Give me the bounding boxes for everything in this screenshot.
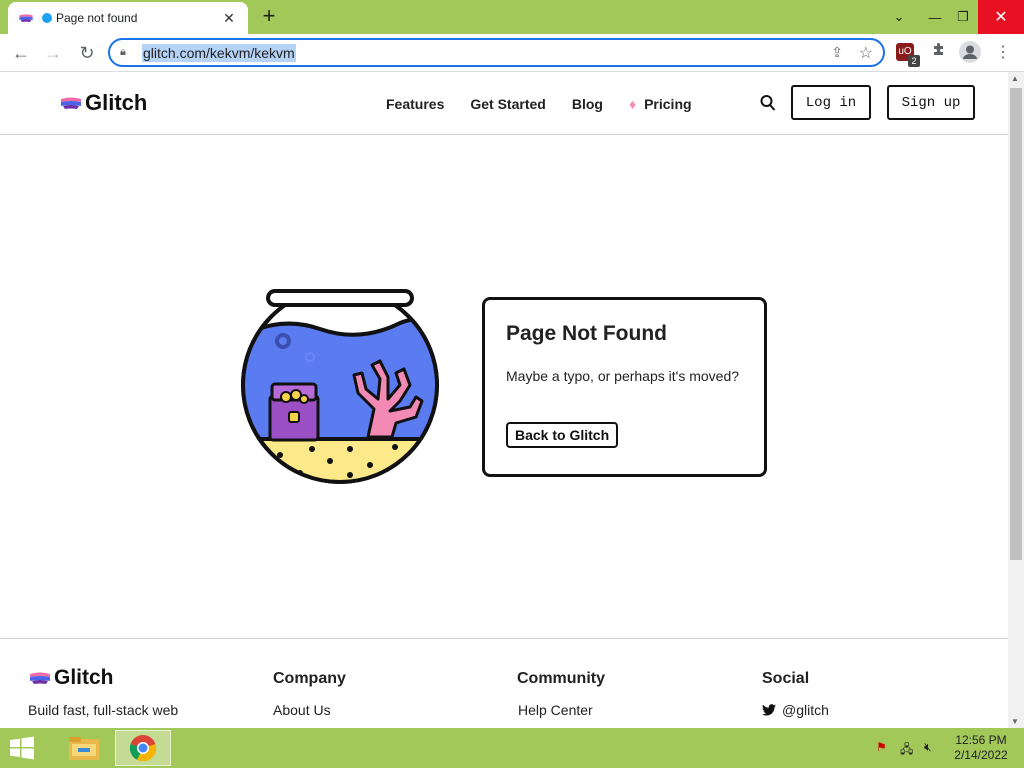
windows-start-icon[interactable] [8,736,36,760]
signup-button[interactable]: Sign up [887,85,975,120]
back-arrow-icon[interactable]: ← [8,40,34,66]
main-nav: Features Get Started Blog ♦ Pricing [386,96,718,112]
reload-icon[interactable]: ↻ [74,40,100,66]
footer-link-help-center[interactable]: Help Center [518,702,593,718]
browser-tab[interactable]: Page not found ✕ [8,2,248,34]
site-footer: Glitch Build fast, full-stack web Compan… [0,638,1008,728]
footer-heading-social: Social [762,670,810,687]
footer-tagline: Build fast, full-stack web [28,702,179,718]
footer-brand-name: Glitch [54,666,114,689]
ublock-extension-icon[interactable]: uO 2 [896,43,920,67]
footer-heading-company: Company [273,670,346,687]
footer-link-twitter[interactable]: @glitch [762,702,829,718]
glitch-fish-icon [30,672,50,684]
tab-title: Page not found [56,11,138,25]
chrome-taskbar-icon[interactable] [115,730,171,766]
glitch-favicon-icon [19,14,33,22]
site-header: Glitch Features Get Started Blog ♦ Prici… [0,72,1008,135]
not-found-card: Page Not Found Maybe a typo, or perhaps … [482,297,767,477]
forward-arrow-icon[interactable]: → [40,40,66,66]
restore-icon[interactable]: ❐ [948,0,978,34]
tab-search-chevron-icon[interactable]: ⌄ [884,0,914,34]
scrollbar-thumb[interactable] [1010,88,1022,560]
footer-link-about-us[interactable]: About Us [273,702,331,718]
glitch-logo[interactable]: Glitch [59,90,147,116]
file-explorer-icon[interactable] [56,730,112,766]
network-icon[interactable]: 🖧︎ [900,740,913,761]
page-viewport: Glitch Features Get Started Blog ♦ Prici… [0,72,1008,728]
twitter-icon [762,704,776,716]
fishbowl-illustration [241,289,439,484]
kebab-menu-icon[interactable]: ⋮ [992,42,1014,64]
bookmark-star-icon[interactable]: ☆ [859,43,873,63]
nav-features[interactable]: Features [386,96,444,112]
new-tab-button[interactable]: + [256,5,282,29]
windows-taskbar: ⚑ 🖧︎ 🔇︎ 12:56 PM 2/14/2022 [0,728,1024,768]
share-icon[interactable]: ⇪ [831,44,843,61]
twitter-handle: @glitch [782,702,829,718]
scroll-down-icon[interactable]: ▼ [1011,717,1019,726]
back-to-glitch-button[interactable]: Back to Glitch [506,422,619,448]
globe-icon [42,13,52,23]
extension-badge: 2 [908,55,920,67]
clock-time: 12:56 PM [955,733,1007,747]
action-center-flag-icon[interactable]: ⚑ [876,740,887,754]
extensions-puzzle-icon[interactable] [928,42,950,64]
footer-glitch-logo[interactable]: Glitch [28,666,114,690]
lock-icon: 🔒︎ [120,46,126,58]
browser-tab-strip: Page not found ✕ + ⌄ — ❐ ✕ [0,0,1024,34]
clock-date: 2/14/2022 [954,748,1008,762]
tab-close-icon[interactable]: ✕ [220,10,238,27]
scroll-up-icon[interactable]: ▲ [1011,74,1019,83]
search-icon[interactable] [760,94,776,112]
volume-muted-icon[interactable]: 🔇︎ [924,740,932,755]
nav-blog[interactable]: Blog [572,96,603,112]
nav-pricing[interactable]: Pricing [644,96,691,112]
address-bar[interactable]: 🔒︎ glitch.com/kekvm/kekvm ⇪ ☆ [108,38,885,67]
footer-heading-community: Community [517,670,605,687]
browser-toolbar: ← → ↻ 🔒︎ glitch.com/kekvm/kekvm ⇪ ☆ uO 2 … [0,34,1024,72]
minimize-icon[interactable]: — [918,0,952,34]
gem-icon: ♦ [628,96,637,112]
brand-name: Glitch [85,90,148,115]
login-button[interactable]: Log in [791,85,871,120]
not-found-message: Maybe a typo, or perhaps it's moved? [506,368,740,384]
window-close-icon[interactable]: ✕ [978,0,1024,34]
glitch-fish-icon [61,97,81,109]
url-text[interactable]: glitch.com/kekvm/kekvm [142,43,296,62]
profile-avatar-icon[interactable] [959,41,981,63]
system-clock[interactable]: 12:56 PM 2/14/2022 [948,733,1014,763]
page-scrollbar[interactable]: ▲ ▼ [1008,72,1024,728]
page-title: Page Not Found [506,322,667,345]
nav-get-started[interactable]: Get Started [470,96,545,112]
